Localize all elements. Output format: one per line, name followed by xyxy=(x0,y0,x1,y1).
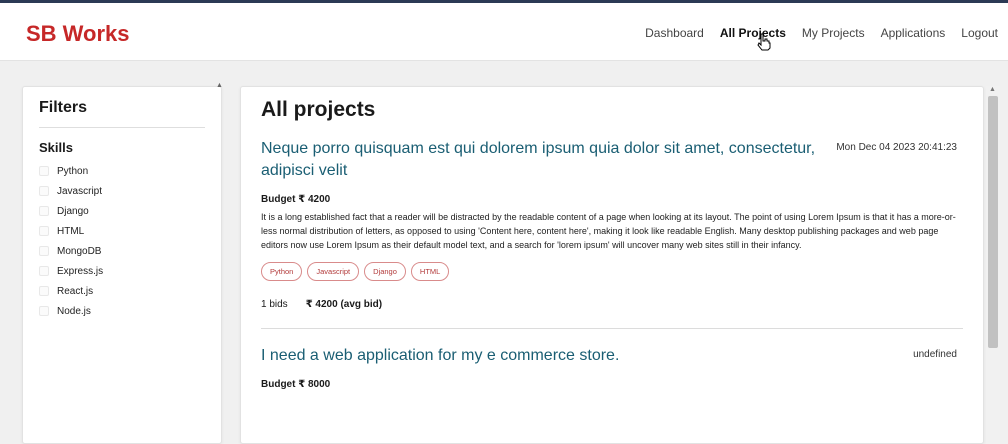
page-title: All projects xyxy=(261,98,376,121)
nav-all-projects[interactable]: All Projects xyxy=(720,26,786,40)
skill-filter-python[interactable]: Python xyxy=(39,161,205,181)
skill-label: React.js xyxy=(57,285,94,297)
avg-bid: ₹ 4200 (avg bid) xyxy=(305,299,383,310)
nav-links: Dashboard All Projects My Projects Appli… xyxy=(629,26,998,40)
bid-count: 1 bids xyxy=(261,299,288,310)
project-card: Neque porro quisquam est qui dolorem ips… xyxy=(261,138,963,329)
skill-filter-html[interactable]: HTML xyxy=(39,221,205,241)
checkbox[interactable] xyxy=(39,226,49,236)
nav-dashboard[interactable]: Dashboard xyxy=(645,26,704,40)
project-date: undefined xyxy=(913,349,957,360)
nav-my-projects[interactable]: My Projects xyxy=(802,26,865,40)
filters-panel: Filters Skills Python Javascript Django … xyxy=(22,86,222,444)
checkbox[interactable] xyxy=(39,246,49,256)
skill-label: HTML xyxy=(57,225,85,237)
skills-title: Skills xyxy=(39,140,73,155)
scrollbar-thumb[interactable] xyxy=(988,96,998,348)
checkbox[interactable] xyxy=(39,186,49,196)
skill-label: Express.js xyxy=(57,265,104,277)
hand-cursor-icon xyxy=(757,33,771,51)
checkbox[interactable] xyxy=(39,306,49,316)
skill-tag: Javascript xyxy=(307,262,360,281)
skill-label: Javascript xyxy=(57,185,103,197)
skill-filter-expressjs[interactable]: Express.js xyxy=(39,261,205,281)
skill-filter-nodejs[interactable]: Node.js xyxy=(39,301,205,321)
skill-label: Node.js xyxy=(57,305,91,317)
nav-applications[interactable]: Applications xyxy=(881,26,946,40)
checkbox[interactable] xyxy=(39,286,49,296)
skill-label: MongoDB xyxy=(57,245,102,257)
skill-tag: HTML xyxy=(410,262,450,281)
project-skill-tags: Python Javascript Django HTML xyxy=(261,262,963,281)
checkbox[interactable] xyxy=(39,266,49,276)
projects-panel: All projects Neque porro quisquam est qu… xyxy=(240,86,984,444)
project-budget: Budget ₹ 8000 xyxy=(261,379,331,390)
skill-filter-reactjs[interactable]: React.js xyxy=(39,281,205,301)
skill-label: Django xyxy=(57,205,89,217)
filters-title: Filters xyxy=(39,99,205,128)
brand-logo[interactable]: SB Works xyxy=(26,21,130,47)
project-bids: 1 bids ₹ 4200 (avg bid) xyxy=(261,299,963,310)
skill-label: Python xyxy=(57,165,89,177)
checkbox[interactable] xyxy=(39,206,49,216)
project-title-link[interactable]: I need a web application for my e commer… xyxy=(261,345,821,367)
scroll-up-arrow-icon[interactable]: ▲ xyxy=(989,86,996,93)
project-budget: Budget ₹ 4200 xyxy=(261,194,331,205)
project-description: It is a long established fact that a rea… xyxy=(261,212,956,250)
page-scrollbar[interactable]: ▲ xyxy=(986,86,1000,444)
project-card: I need a web application for my e commer… xyxy=(261,345,963,413)
filters-scroll-arrow-icon[interactable]: ▲ xyxy=(216,82,223,89)
skill-tag: Django xyxy=(364,262,406,281)
navbar: SB Works Dashboard All Projects My Proje… xyxy=(0,3,1008,61)
project-date: Mon Dec 04 2023 20:41:23 xyxy=(836,142,957,153)
nav-logout[interactable]: Logout xyxy=(961,26,998,40)
skill-filter-django[interactable]: Django xyxy=(39,201,205,221)
skill-filter-javascript[interactable]: Javascript xyxy=(39,181,205,201)
skill-tag: Python xyxy=(261,262,303,281)
skill-filter-mongodb[interactable]: MongoDB xyxy=(39,241,205,261)
checkbox[interactable] xyxy=(39,166,49,176)
project-title-link[interactable]: Neque porro quisquam est qui dolorem ips… xyxy=(261,138,821,182)
